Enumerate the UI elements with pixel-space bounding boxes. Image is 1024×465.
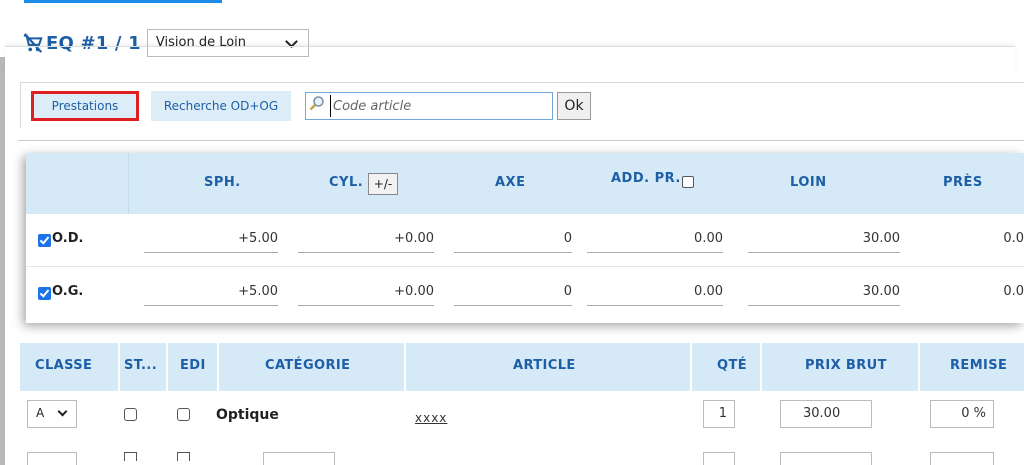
axe-header: AXE [495, 175, 526, 190]
article-search-box [305, 92, 553, 120]
remise-field[interactable]: 0 % [930, 400, 994, 428]
column-divider [166, 343, 168, 391]
sph-field[interactable]: +5.00 [144, 278, 278, 306]
cyl-sign-toggle-button[interactable]: +/- [368, 173, 398, 195]
sph-field[interactable]: +5.00 [144, 225, 278, 253]
column-divider [690, 343, 692, 391]
remise-header[interactable]: REMISE [950, 358, 1007, 373]
axe-field[interactable]: 0 [454, 225, 572, 253]
cyl-field[interactable]: +0.00 [298, 225, 434, 253]
column-divider [118, 343, 120, 391]
active-tab-indicator[interactable] [24, 0, 222, 3]
loin-header: LOIN [790, 175, 827, 190]
edi-checkbox[interactable] [177, 408, 190, 421]
recherche-od-og-button[interactable]: Recherche OD+OG [151, 91, 291, 121]
categorie-header[interactable]: CATÉGORIE [265, 358, 350, 373]
table-row: A Optique xxxx 1 30.00 0 % [20, 391, 1024, 441]
column-divider [918, 343, 920, 391]
og-checkbox[interactable] [38, 287, 51, 300]
search-icon [309, 96, 324, 111]
add-field[interactable]: 0.00 [587, 278, 723, 306]
classe-select[interactable]: A [27, 400, 77, 428]
eye-label: O.G. [52, 284, 84, 299]
qte-header[interactable]: QTÉ [717, 358, 747, 373]
quantity-field[interactable]: 1 [703, 400, 735, 428]
pres-field[interactable]: 0.0 [928, 278, 1024, 306]
chevron-down-icon [57, 406, 68, 417]
classe-header[interactable]: CLASSE [35, 358, 92, 373]
pres-header: PRÈS [943, 175, 983, 190]
edi-checkbox[interactable] [177, 452, 190, 461]
prescription-header: SPH. CYL. +/- AXE ADD. PR. LOIN PRÈS [26, 153, 1024, 214]
prestations-button[interactable]: Prestations [31, 91, 139, 121]
edi-header[interactable]: EDI [180, 358, 206, 373]
frame-left-border [0, 57, 5, 465]
column-divider [217, 343, 219, 391]
article-table-header: CLASSE ST... EDI CATÉGORIE ARTICLE QTÉ P… [20, 343, 1024, 391]
add-checkbox[interactable] [682, 176, 694, 188]
eye-label: O.D. [52, 231, 84, 246]
category-select[interactable] [263, 452, 335, 465]
remise-field[interactable] [930, 452, 994, 465]
cyl-field[interactable]: +0.00 [298, 278, 434, 306]
st-checkbox[interactable] [124, 408, 137, 421]
axe-field[interactable]: 0 [454, 278, 572, 306]
prix-brut-field[interactable] [780, 452, 872, 465]
column-divider [760, 343, 762, 391]
prix-brut-field[interactable]: 30.00 [780, 400, 872, 428]
divider [18, 140, 1024, 141]
article-header[interactable]: ARTICLE [513, 358, 576, 373]
quantity-field[interactable] [703, 452, 735, 465]
prescription-card: SPH. CYL. +/- AXE ADD. PR. LOIN PRÈS O.D… [26, 153, 1024, 323]
loin-field[interactable]: 30.00 [748, 225, 900, 253]
column-divider [128, 153, 129, 214]
article-link[interactable]: xxxx [415, 411, 447, 425]
prescription-row-od: O.D. +5.00 +0.00 0 0.00 30.00 0.0 [26, 214, 1024, 266]
category-label: Optique [216, 407, 279, 423]
st-checkbox[interactable] [124, 452, 137, 461]
frame-top-border [5, 46, 1015, 74]
add-field[interactable]: 0.00 [587, 225, 723, 253]
top-tab-strip [0, 0, 1024, 22]
classe-select[interactable] [27, 452, 77, 465]
pres-field[interactable]: 0.0 [928, 225, 1024, 253]
cyl-header: CYL. [329, 175, 364, 190]
prix-brut-header[interactable]: PRIX BRUT [805, 358, 887, 373]
sph-header: SPH. [204, 175, 241, 190]
od-checkbox[interactable] [38, 234, 51, 247]
ok-button[interactable]: Ok [557, 92, 591, 120]
toolbar: Prestations Recherche OD+OG Ok [20, 82, 1024, 128]
prescription-row-og: O.G. +5.00 +0.00 0 0.00 30.00 0.0 [26, 266, 1024, 318]
article-code-input[interactable] [330, 95, 545, 117]
classe-value: A [36, 406, 45, 420]
st-header[interactable]: ST... [124, 358, 157, 373]
column-divider [404, 343, 406, 391]
loin-field[interactable]: 30.00 [748, 278, 900, 306]
add-header: ADD. PR. [611, 171, 681, 186]
table-row-partial [20, 452, 1024, 465]
